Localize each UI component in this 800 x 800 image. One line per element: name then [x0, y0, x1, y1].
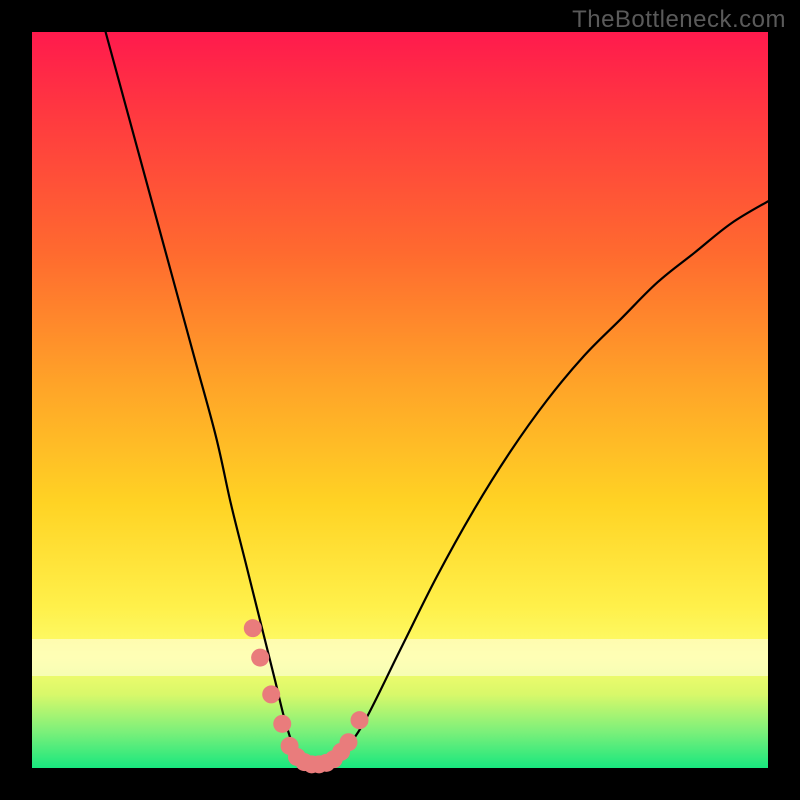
bottleneck-curve — [106, 32, 768, 770]
highlight-dot — [251, 649, 269, 667]
watermark-text: TheBottleneck.com — [572, 6, 786, 34]
curve-svg — [32, 32, 768, 768]
highlight-dot — [273, 715, 291, 733]
plot-area — [32, 32, 768, 768]
highlight-dot — [351, 711, 369, 729]
highlight-dot — [339, 733, 357, 751]
highlight-dots — [244, 619, 369, 773]
chart-frame: TheBottleneck.com — [0, 0, 800, 800]
highlight-dot — [244, 619, 262, 637]
highlight-dot — [262, 685, 280, 703]
